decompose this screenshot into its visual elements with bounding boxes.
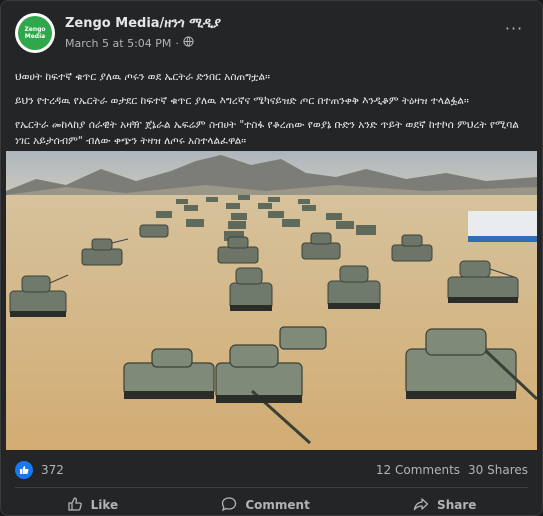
more-options-button[interactable]: ··· — [502, 19, 526, 38]
reaction-count: 372 — [41, 463, 64, 477]
globe-icon — [183, 36, 194, 50]
comment-label: Comment — [245, 498, 310, 512]
post-paragraph: ይህን የተረዳዉ የኤርትራ ወታደር ከፍተኛ ቁጥር ያለዉ እግረኛና … — [15, 95, 469, 107]
post-meta: March 5 at 5:04 PM · — [65, 36, 194, 50]
thumbs-up-icon — [15, 461, 33, 479]
page-avatar[interactable]: Zengo Media — [15, 13, 55, 53]
page-name-link[interactable]: Zengo Media/ዘንጎ ሚዲያ — [65, 16, 221, 31]
share-icon — [413, 496, 429, 515]
avatar-logo: Zengo Media — [18, 16, 52, 50]
actions-divider — [15, 487, 528, 488]
post-card: Zengo Media Zengo Media/ዘንጎ ሚዲያ March 5 … — [0, 0, 543, 516]
like-button[interactable]: Like — [51, 493, 135, 515]
comment-button[interactable]: Comment — [205, 493, 325, 515]
post-photo[interactable] — [6, 151, 537, 450]
share-label: Share — [437, 498, 477, 512]
post-timestamp[interactable]: March 5 at 5:04 PM — [65, 37, 171, 50]
tank-formation-image — [6, 151, 537, 450]
post-actions: Like Comment Share — [15, 493, 528, 515]
post-header: Zengo Media Zengo Media/ዘንጎ ሚዲያ March 5 … — [15, 13, 528, 57]
shares-count-link[interactable]: 30 Shares — [468, 463, 528, 477]
post-stats: 372 12 Comments 30 Shares — [15, 459, 528, 481]
thumbs-up-outline-icon — [67, 496, 83, 515]
comment-icon — [221, 496, 237, 515]
post-paragraph: ህወሀት ከፍተኛ ቁጥር ያለዉ ጦሩን ወደ ኤርትራ ድንበር አስጠግቷ… — [15, 71, 271, 83]
share-button[interactable]: Share — [397, 493, 492, 515]
post-text: ህወሀት ከፍተኛ ቁጥር ያለዉ ጦሩን ወደ ኤርትራ ድንበር አስጠግቷ… — [15, 69, 528, 157]
post-paragraph: የኤርትራ መከላከያ ሰራዊት አዛዥ ጀኔራል ኤፍሬም ስብሀት "ተስፋ… — [15, 119, 519, 147]
meta-separator: · — [175, 36, 179, 50]
comments-count-link[interactable]: 12 Comments — [376, 463, 460, 477]
engagement-counts: 12 Comments 30 Shares — [376, 463, 528, 477]
reaction-summary[interactable]: 372 — [15, 461, 64, 479]
like-label: Like — [90, 498, 119, 512]
